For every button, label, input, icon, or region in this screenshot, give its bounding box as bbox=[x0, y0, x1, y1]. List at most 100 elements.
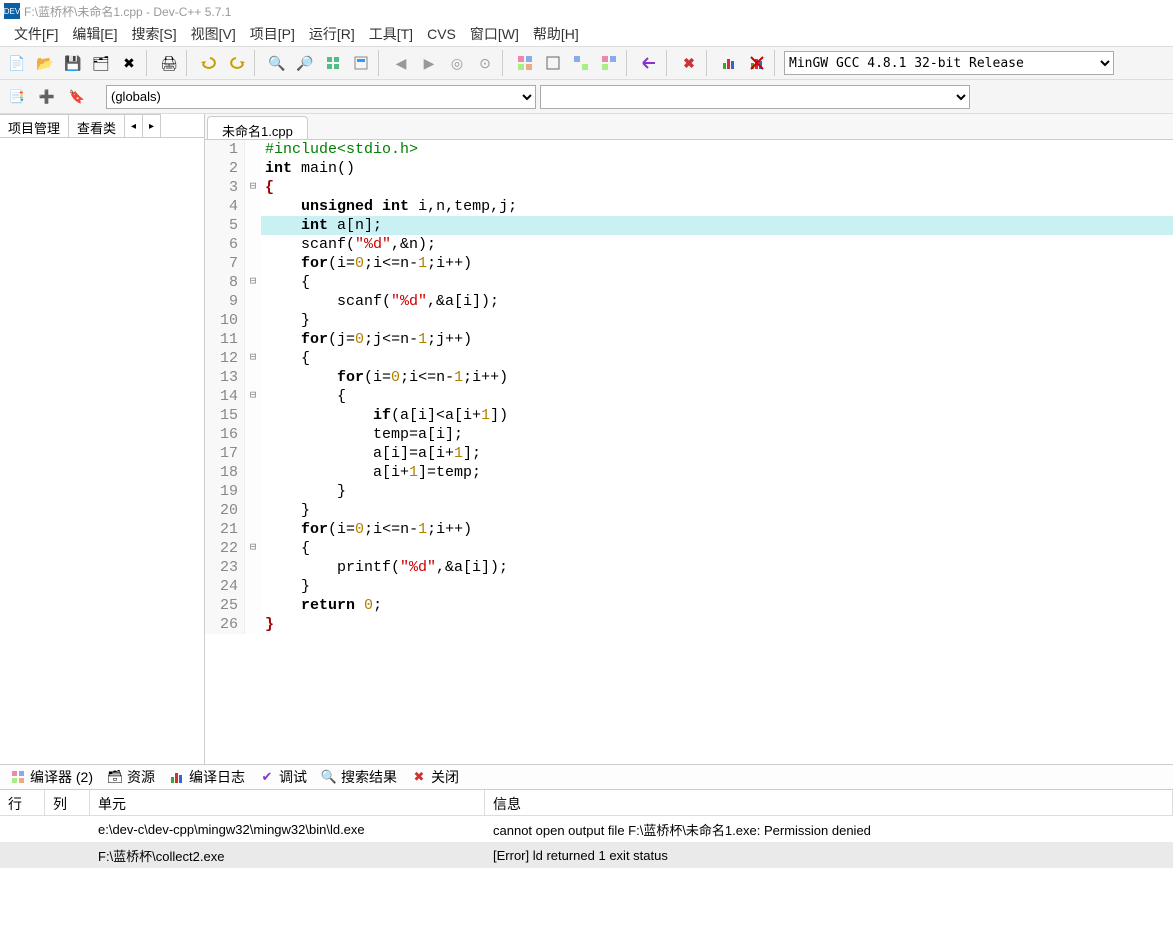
code-text[interactable]: scanf("%d",&n); bbox=[261, 235, 1173, 254]
code-line[interactable]: 10 } bbox=[205, 311, 1173, 330]
code-line[interactable]: 22⊟ { bbox=[205, 539, 1173, 558]
code-text[interactable]: } bbox=[261, 482, 1173, 501]
error-row[interactable]: e:\dev-c\dev-cpp\mingw32\mingw32\bin\ld.… bbox=[0, 816, 1173, 842]
syntax-check-button[interactable] bbox=[596, 50, 622, 76]
code-line[interactable]: 21 for(i=0;i<=n-1;i++) bbox=[205, 520, 1173, 539]
profile-button[interactable] bbox=[716, 50, 742, 76]
code-line[interactable]: 5 int a[n]; bbox=[205, 216, 1173, 235]
replace-button[interactable]: 🔎 bbox=[292, 50, 318, 76]
build-button[interactable] bbox=[512, 50, 538, 76]
menu-item[interactable]: 编辑[E] bbox=[66, 22, 123, 46]
members-select[interactable] bbox=[540, 85, 970, 109]
code-line[interactable]: 16 temp=a[i]; bbox=[205, 425, 1173, 444]
code-text[interactable]: if(a[i]<a[i+1]) bbox=[261, 406, 1173, 425]
back-button[interactable]: ◀ bbox=[388, 50, 414, 76]
undo-button[interactable] bbox=[196, 50, 222, 76]
fold-toggle[interactable]: ⊟ bbox=[245, 178, 261, 197]
code-text[interactable]: printf("%d",&a[i]); bbox=[261, 558, 1173, 577]
code-text[interactable]: } bbox=[261, 577, 1173, 596]
fold-toggle[interactable]: ⊟ bbox=[245, 539, 261, 558]
menu-item[interactable]: 文件[F] bbox=[8, 22, 64, 46]
code-text[interactable]: for(j=0;j<=n-1;j++) bbox=[261, 330, 1173, 349]
code-area[interactable]: 1#include<stdio.h>2int main()3⊟{4 unsign… bbox=[205, 140, 1173, 764]
code-text[interactable]: { bbox=[261, 178, 1173, 197]
find-button[interactable]: 🔍 bbox=[264, 50, 290, 76]
menu-item[interactable]: CVS bbox=[421, 24, 462, 44]
code-line[interactable]: 11 for(j=0;j<=n-1;j++) bbox=[205, 330, 1173, 349]
code-text[interactable]: temp=a[i]; bbox=[261, 425, 1173, 444]
menu-item[interactable]: 帮助[H] bbox=[527, 22, 585, 46]
code-line[interactable]: 9 scanf("%d",&a[i]); bbox=[205, 292, 1173, 311]
code-text[interactable]: for(i=0;i<=n-1;i++) bbox=[261, 254, 1173, 273]
compile-button[interactable] bbox=[320, 50, 346, 76]
toggle-bookmark-button[interactable]: 🔖 bbox=[64, 84, 90, 110]
code-line[interactable]: 13 for(i=0;i<=n-1;i++) bbox=[205, 368, 1173, 387]
code-text[interactable]: { bbox=[261, 539, 1173, 558]
code-text[interactable]: a[i+1]=temp; bbox=[261, 463, 1173, 482]
new-project-button[interactable]: 📑 bbox=[4, 84, 30, 110]
code-line[interactable]: 15 if(a[i]<a[i+1]) bbox=[205, 406, 1173, 425]
debug-stop-button[interactable]: ✖ bbox=[676, 50, 702, 76]
sidebar-tab-project[interactable]: 项目管理 bbox=[0, 114, 69, 137]
code-text[interactable]: #include<stdio.h> bbox=[261, 140, 1173, 159]
code-text[interactable]: for(i=0;i<=n-1;i++) bbox=[261, 520, 1173, 539]
menu-item[interactable]: 运行[R] bbox=[303, 22, 361, 46]
code-line[interactable]: 6 scanf("%d",&n); bbox=[205, 235, 1173, 254]
code-line[interactable]: 1#include<stdio.h> bbox=[205, 140, 1173, 159]
sidebar-scroll-left[interactable]: ◂ bbox=[125, 114, 143, 137]
open-file-button[interactable]: 📂 bbox=[32, 50, 58, 76]
code-line[interactable]: 4 unsigned int i,n,temp,j; bbox=[205, 197, 1173, 216]
code-text[interactable]: for(i=0;i<=n-1;i++) bbox=[261, 368, 1173, 387]
tab-compile-log[interactable]: 编译日志 bbox=[163, 765, 251, 789]
code-line[interactable]: 25 return 0; bbox=[205, 596, 1173, 615]
sidebar-scroll-right[interactable]: ▸ bbox=[143, 114, 161, 137]
code-line[interactable]: 23 printf("%d",&a[i]); bbox=[205, 558, 1173, 577]
compile-run-button[interactable] bbox=[568, 50, 594, 76]
tab-compiler[interactable]: 编译器 (2) bbox=[4, 765, 99, 789]
save-all-button[interactable]: 🗂 bbox=[88, 50, 114, 76]
code-line[interactable]: 14⊟ { bbox=[205, 387, 1173, 406]
code-text[interactable]: { bbox=[261, 273, 1173, 292]
new-file-button[interactable]: 📄 bbox=[4, 50, 30, 76]
insert-button[interactable]: ➕ bbox=[34, 84, 60, 110]
error-row[interactable]: F:\蓝桥杯\collect2.exe[Error] ld returned 1… bbox=[0, 842, 1173, 868]
fold-toggle[interactable]: ⊟ bbox=[245, 349, 261, 368]
header-msg[interactable]: 信息 bbox=[485, 790, 1173, 815]
header-line[interactable]: 行 bbox=[0, 790, 45, 815]
code-line[interactable]: 18 a[i+1]=temp; bbox=[205, 463, 1173, 482]
menu-item[interactable]: 窗口[W] bbox=[464, 22, 525, 46]
code-line[interactable]: 8⊟ { bbox=[205, 273, 1173, 292]
code-text[interactable]: { bbox=[261, 387, 1173, 406]
code-text[interactable]: } bbox=[261, 501, 1173, 520]
code-text[interactable]: unsigned int i,n,temp,j; bbox=[261, 197, 1173, 216]
header-unit[interactable]: 单元 bbox=[90, 790, 485, 815]
delete-profile-button[interactable] bbox=[744, 50, 770, 76]
code-line[interactable]: 20 } bbox=[205, 501, 1173, 520]
fold-toggle[interactable]: ⊟ bbox=[245, 387, 261, 406]
tab-search-results[interactable]: 🔍搜索结果 bbox=[315, 765, 403, 789]
code-text[interactable]: int a[n]; bbox=[261, 216, 1173, 235]
code-text[interactable]: { bbox=[261, 349, 1173, 368]
menu-item[interactable]: 视图[V] bbox=[185, 22, 242, 46]
redo-button[interactable] bbox=[224, 50, 250, 76]
code-line[interactable]: 19 } bbox=[205, 482, 1173, 501]
code-line[interactable]: 7 for(i=0;i<=n-1;i++) bbox=[205, 254, 1173, 273]
code-line[interactable]: 12⊟ { bbox=[205, 349, 1173, 368]
code-line[interactable]: 17 a[i]=a[i+1]; bbox=[205, 444, 1173, 463]
forward-button[interactable]: ▶ bbox=[416, 50, 442, 76]
code-text[interactable]: } bbox=[261, 615, 1173, 634]
menu-item[interactable]: 项目[P] bbox=[244, 22, 301, 46]
rebuild-button[interactable] bbox=[540, 50, 566, 76]
fold-toggle[interactable]: ⊟ bbox=[245, 273, 261, 292]
sidebar-tab-classview[interactable]: 查看类 bbox=[69, 114, 125, 137]
code-line[interactable]: 26} bbox=[205, 615, 1173, 634]
code-text[interactable]: } bbox=[261, 311, 1173, 330]
code-line[interactable]: 24 } bbox=[205, 577, 1173, 596]
tab-close[interactable]: ✖关闭 bbox=[405, 765, 465, 789]
bookmark-button[interactable]: ◎ bbox=[444, 50, 470, 76]
code-text[interactable]: scanf("%d",&a[i]); bbox=[261, 292, 1173, 311]
globals-select[interactable]: (globals) bbox=[106, 85, 536, 109]
header-col[interactable]: 列 bbox=[45, 790, 90, 815]
code-text[interactable]: return 0; bbox=[261, 596, 1173, 615]
code-text[interactable]: a[i]=a[i+1]; bbox=[261, 444, 1173, 463]
